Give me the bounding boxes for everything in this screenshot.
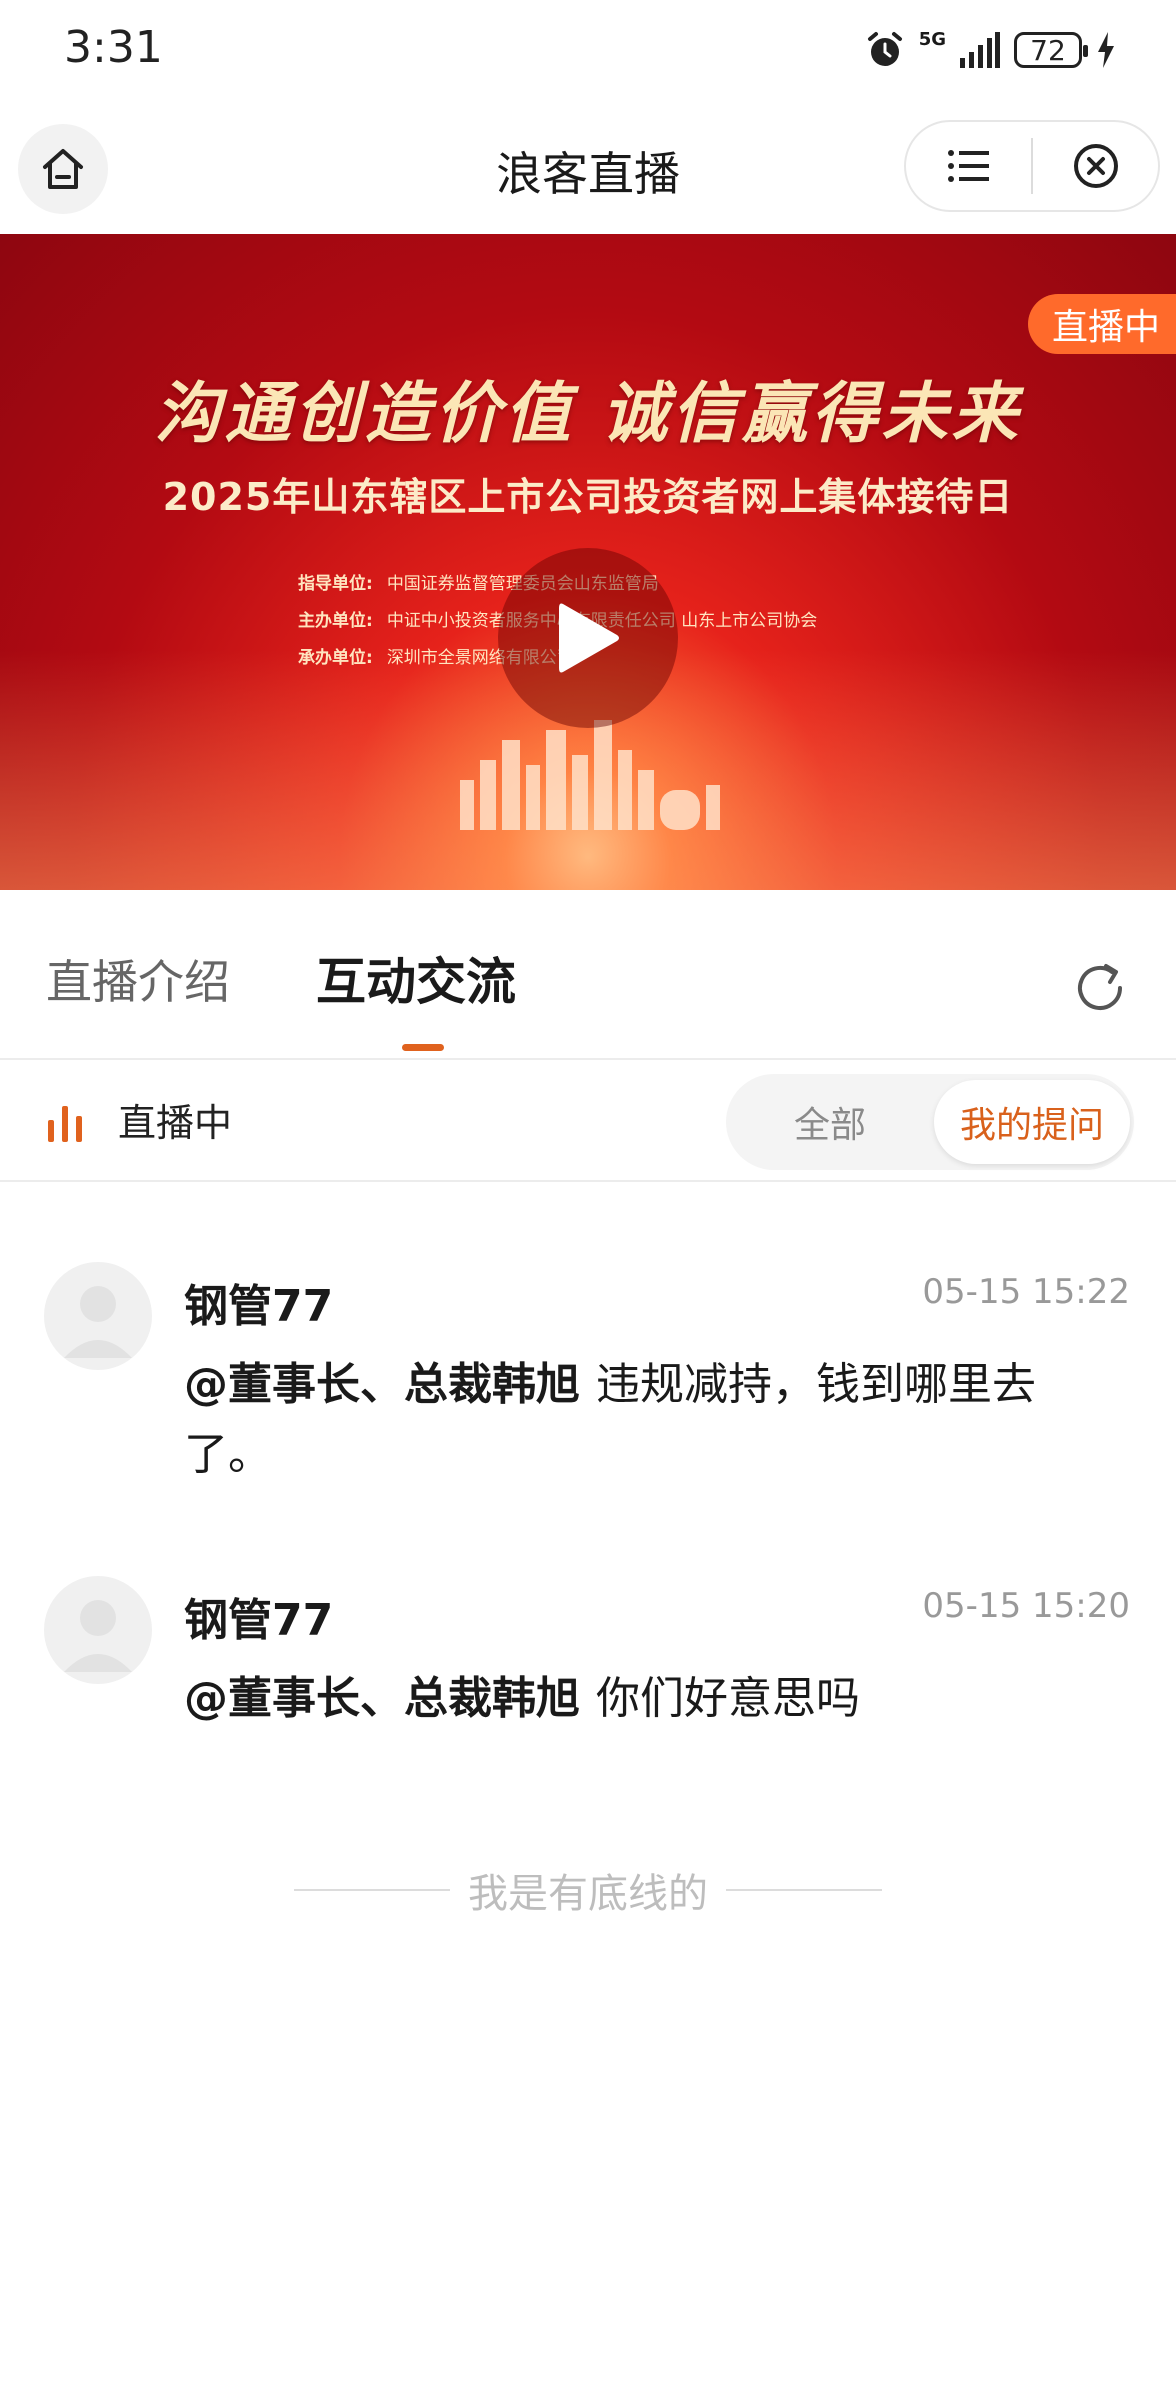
status-bar: 3:31 5G 72 — [0, 0, 1176, 100]
avatar — [44, 1262, 152, 1370]
refresh-button[interactable] — [1064, 952, 1136, 1024]
status-time: 3:31 — [64, 22, 163, 73]
comment-time: 05-15 15:20 — [922, 1586, 1130, 1626]
filter-bar: 直播中 全部 我的提问 — [0, 1062, 1176, 1182]
refresh-icon — [1078, 964, 1122, 1010]
comment-mention: @董事长、总裁韩旭 — [184, 1673, 580, 1724]
title-bar: 浪客直播 — [0, 110, 1176, 226]
battery-indicator: 72 — [1014, 32, 1088, 68]
alarm-icon — [867, 32, 902, 66]
end-of-list-divider: 我是有底线的 — [0, 1860, 1176, 1920]
content-tabs: 直播介绍 互动交流 — [0, 890, 1176, 1060]
live-bars-icon — [48, 1106, 82, 1142]
comment-time: 05-15 15:22 — [922, 1272, 1130, 1312]
live-badge: 直播中 — [1027, 294, 1176, 354]
network-type: 5G — [918, 29, 946, 50]
comment-username: 钢管77 — [184, 1281, 334, 1332]
comment-text: @董事长、总裁韩旭 你们好意思吗 — [184, 1664, 1084, 1734]
default-avatar-icon — [64, 1286, 132, 1358]
banner-slogan: 沟通创造价值 诚信赢得未来 — [154, 374, 1022, 452]
close-button[interactable] — [1033, 122, 1158, 210]
status-icons: 5G 72 — [865, 26, 1116, 74]
active-tab-indicator — [402, 1044, 444, 1051]
city-skyline-graphic — [460, 720, 720, 830]
comment-username: 钢管77 — [184, 1595, 334, 1646]
comment-mention: @董事长、总裁韩旭 — [184, 1359, 580, 1410]
tab-interaction[interactable]: 互动交流 — [316, 942, 516, 1014]
menu-button[interactable] — [906, 122, 1031, 210]
filter-all-button[interactable]: 全部 — [726, 1074, 934, 1170]
end-of-list-text: 我是有底线的 — [468, 1871, 708, 1917]
question-filter-toggle: 全部 我的提问 — [726, 1074, 1134, 1170]
charging-icon — [1098, 32, 1114, 68]
live-video-player[interactable]: 直播中 沟通创造价值 诚信赢得未来 2025年山东辖区上市公司投资者网上集体接待… — [0, 234, 1176, 890]
close-circle-icon — [1073, 144, 1118, 188]
signal-icon — [960, 32, 1000, 68]
comment-body: 你们好意思吗 — [596, 1673, 860, 1724]
avatar — [44, 1576, 152, 1684]
filter-my-questions-button[interactable]: 我的提问 — [934, 1080, 1130, 1164]
tab-live-intro[interactable]: 直播介绍 — [46, 946, 230, 1012]
divider-line-right — [726, 1889, 882, 1891]
live-status-label: 直播中 — [118, 1101, 233, 1145]
play-button[interactable] — [498, 548, 678, 728]
divider-line-left — [294, 1889, 450, 1891]
battery-level: 72 — [1030, 33, 1066, 67]
banner-headline: 2025年山东辖区上市公司投资者网上集体接待日 — [162, 475, 1014, 519]
play-icon — [559, 603, 619, 673]
list-icon — [947, 150, 989, 182]
default-avatar-icon — [64, 1600, 132, 1672]
comment-text: @董事长、总裁韩旭 违规减持，钱到哪里去了。 — [184, 1350, 1084, 1490]
mini-program-capsule — [904, 120, 1160, 212]
